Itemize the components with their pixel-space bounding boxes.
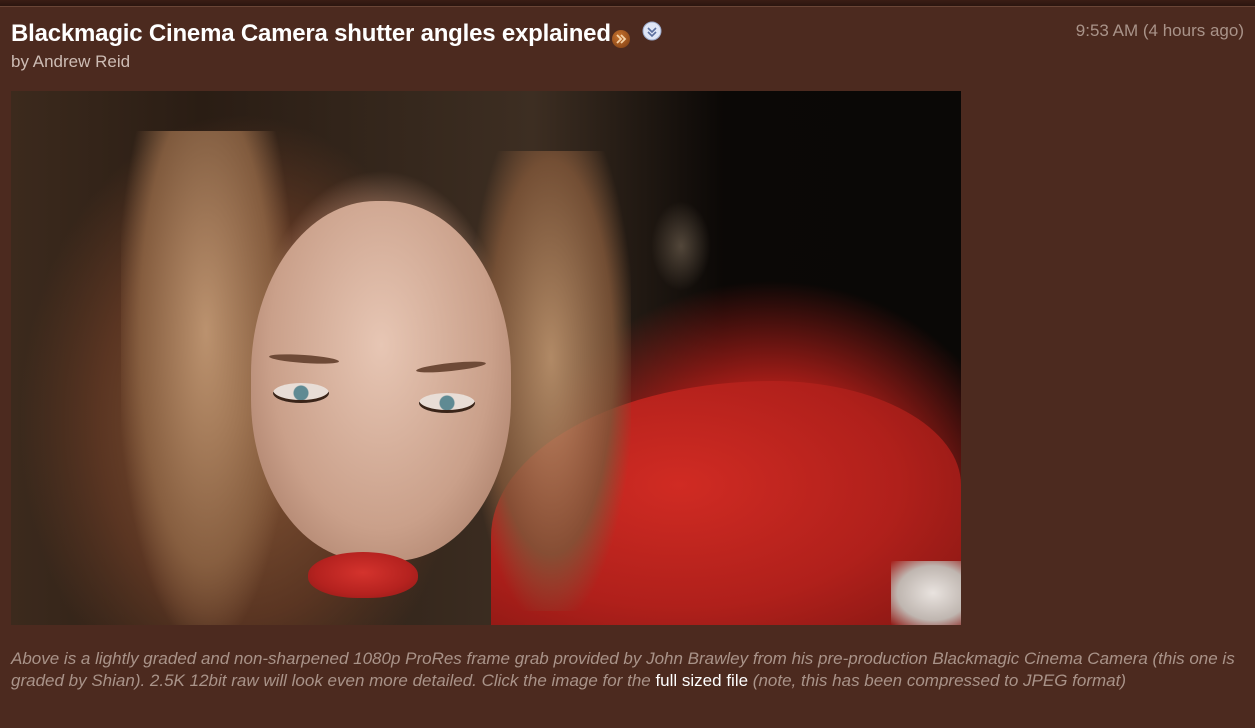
photo-highlight (891, 561, 961, 625)
post-timestamp: 9:53 AM (4 hours ago) (1075, 21, 1244, 40)
author-byline: by Andrew Reid (11, 52, 131, 71)
full-size-file-link[interactable]: full sized file (655, 671, 748, 690)
article-photo[interactable] (11, 91, 961, 625)
photo-bokeh (651, 201, 711, 291)
photo-lips (308, 552, 418, 598)
caption-text-after: (note, this has been compressed to JPEG … (748, 671, 1127, 690)
photo-caption: Above is a lightly graded and non-sharpe… (11, 648, 1243, 692)
article-title[interactable]: Blackmagic Cinema Camera shutter angles … (11, 18, 611, 50)
photo-face (251, 201, 511, 561)
photo-eye-right (419, 393, 475, 413)
title-row: Blackmagic Cinema Camera shutter angles … (11, 18, 662, 50)
expand-circle-icon[interactable] (642, 21, 662, 41)
double-chevron-right-icon[interactable] (611, 30, 630, 48)
photo-eye-left (273, 383, 329, 403)
article: Blackmagic Cinema Camera shutter angles … (0, 0, 1255, 728)
